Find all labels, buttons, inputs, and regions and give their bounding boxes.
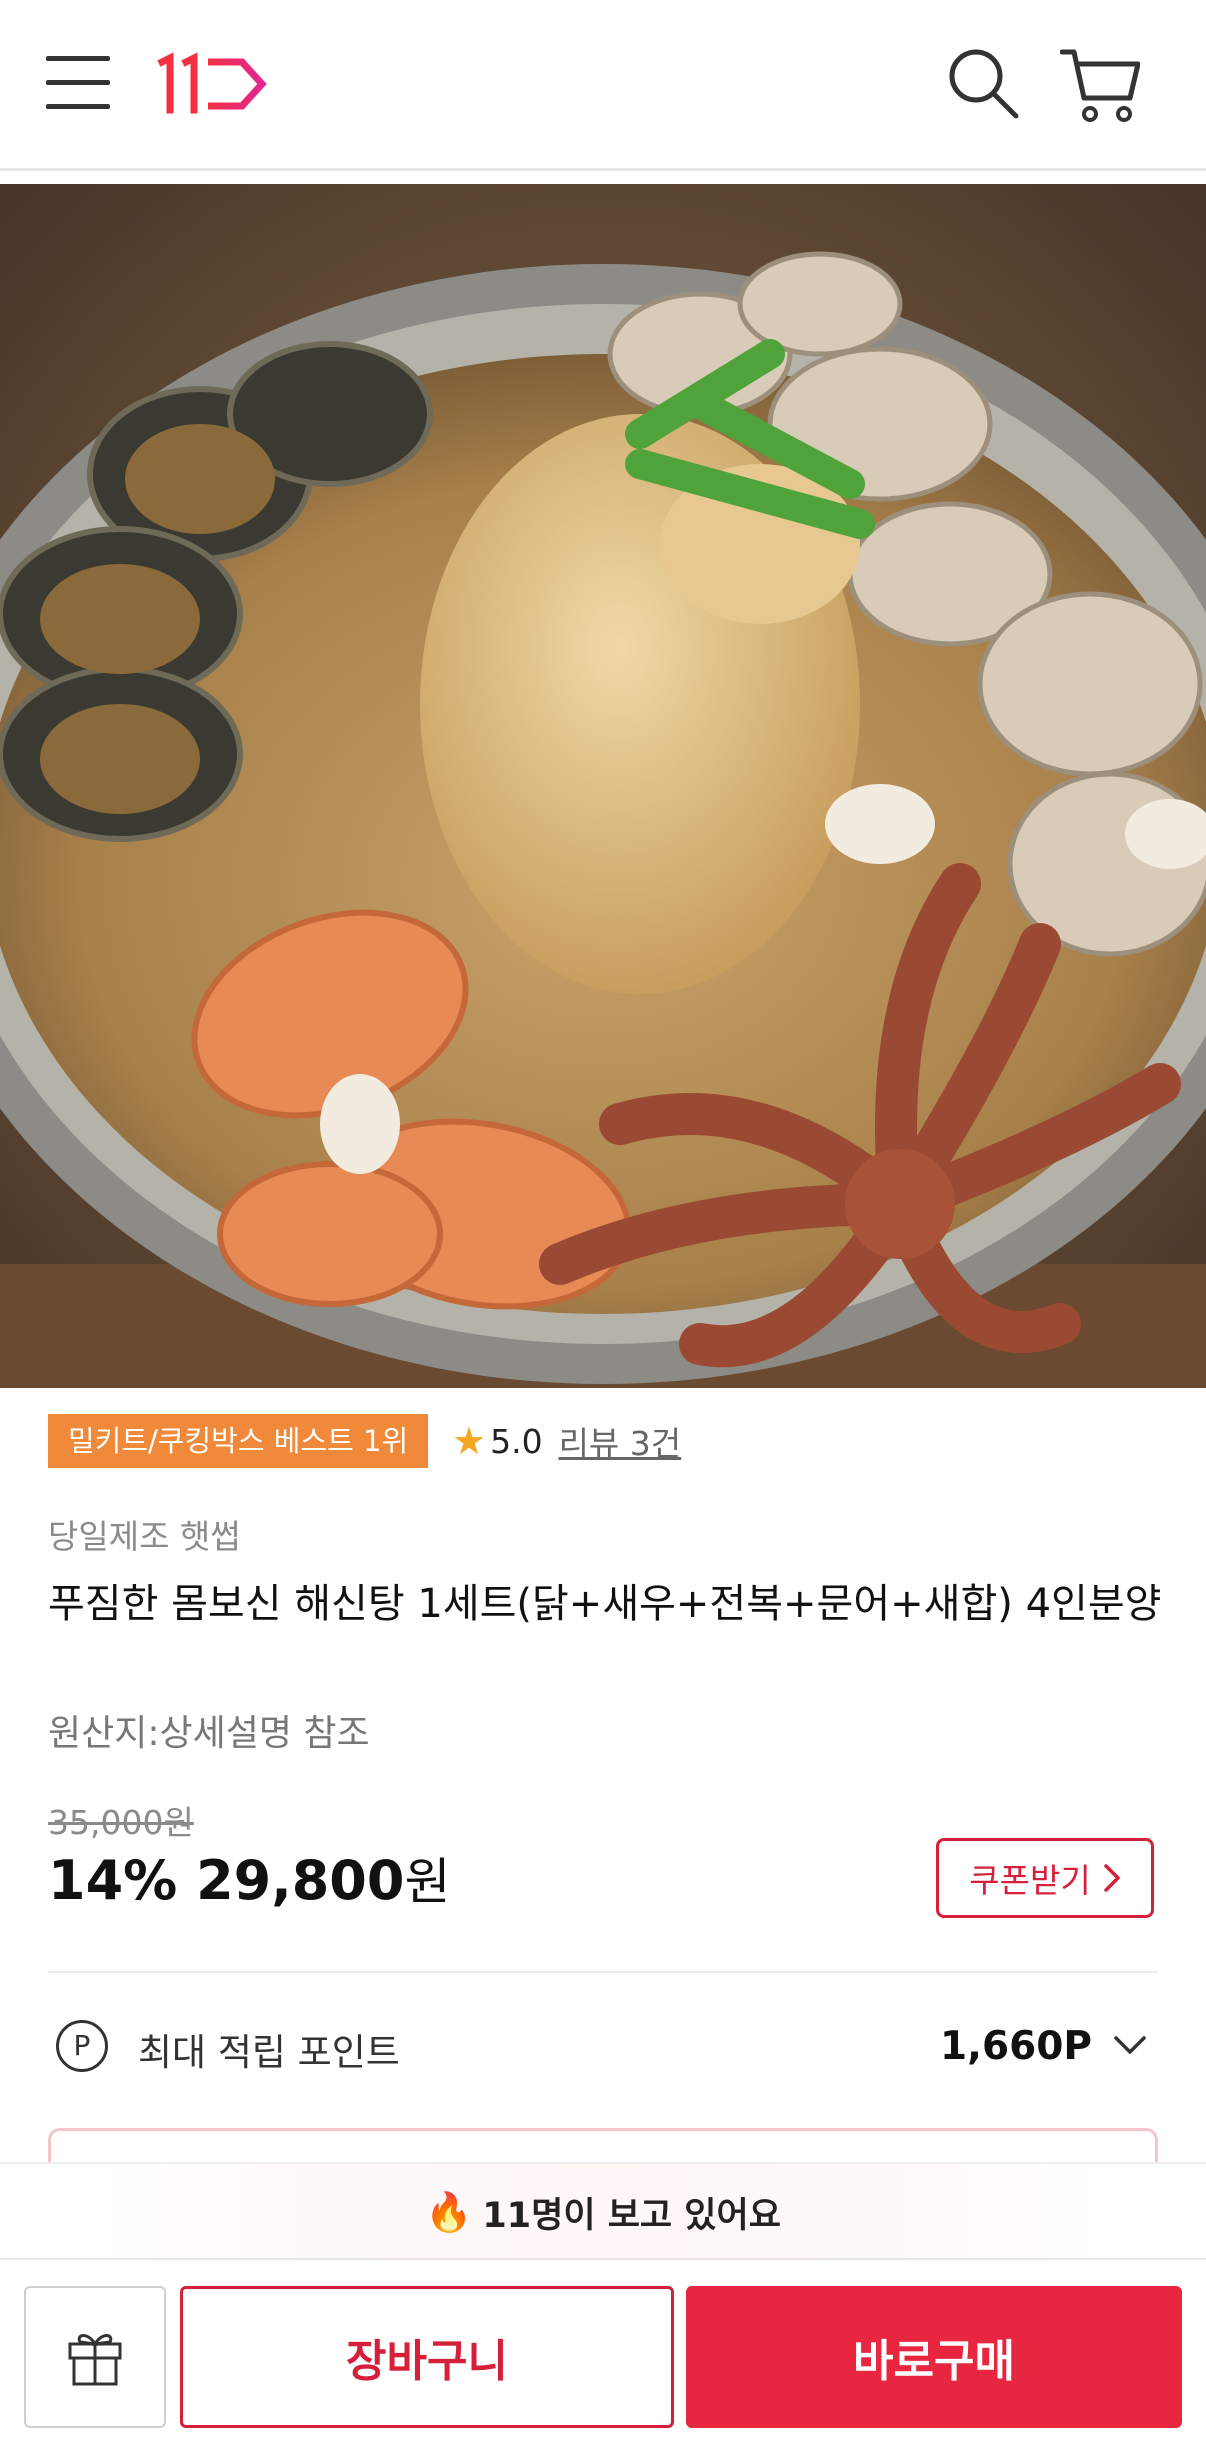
rating-score: 5.0 bbox=[490, 1421, 543, 1461]
bottom-action-bar: 장바구니 바로구매 bbox=[0, 2258, 1206, 2455]
viewers-text: 11명이 보고 있어요 bbox=[482, 2195, 781, 2236]
points-label: 최대 적립 포인트 bbox=[138, 2031, 400, 2074]
points-value: 1,660P bbox=[940, 2024, 1092, 2069]
buy-now-button[interactable]: 바로구매 bbox=[686, 2286, 1182, 2428]
chevron-right-icon bbox=[1103, 1864, 1120, 1892]
discount-rate: 14% bbox=[48, 1849, 178, 1912]
gift-icon bbox=[68, 2334, 122, 2386]
hamburger-menu-icon[interactable] bbox=[44, 52, 114, 114]
gift-button[interactable] bbox=[24, 2286, 166, 2428]
live-viewers-banner: 🔥 11명이 보고 있어요 bbox=[0, 2162, 1206, 2260]
sale-price: 29,800 bbox=[196, 1849, 405, 1912]
max-points-row[interactable]: P 최대 적립 포인트 1,660P bbox=[48, 2012, 1158, 2082]
section-divider bbox=[48, 1971, 1158, 1973]
coupon-button[interactable]: 쿠폰받기 bbox=[936, 1838, 1154, 1918]
cart-icon[interactable] bbox=[1060, 46, 1140, 126]
rating-summary: ★ 5.0 리뷰 3건 bbox=[452, 1414, 681, 1468]
product-title: 푸짐한 몸보신 해신탕 1세트(닭+새우+전복+문어+새합) 4인분양 bbox=[48, 1581, 1162, 1627]
logo-11st[interactable] bbox=[150, 52, 270, 116]
coupon-button-label: 쿠폰받기 bbox=[969, 1861, 1091, 1900]
add-to-cart-button[interactable]: 장바구니 bbox=[180, 2286, 674, 2428]
review-count-link[interactable]: 리뷰 3건 bbox=[559, 1417, 682, 1465]
top-header bbox=[0, 0, 1206, 171]
fire-icon: 🔥 bbox=[425, 2189, 473, 2234]
points-icon: P bbox=[56, 2020, 108, 2072]
star-icon: ★ bbox=[452, 1419, 487, 1463]
product-image[interactable] bbox=[0, 184, 1206, 1388]
best-seller-badge: 밀키트/쿠킹박스 베스트 1위 bbox=[48, 1414, 429, 1468]
brand-name[interactable]: 당일제조 햇썹 bbox=[48, 1510, 241, 1558]
product-origin: 원산지:상세설명 참조 bbox=[48, 1713, 370, 1754]
original-price: 35,000원 bbox=[48, 1803, 194, 1842]
product-photo-illustration bbox=[0, 184, 1206, 1388]
chevron-down-icon[interactable] bbox=[1112, 2024, 1148, 2064]
currency-unit: 원 bbox=[404, 1853, 451, 1911]
search-icon[interactable] bbox=[946, 46, 1020, 120]
sale-price-row: 14% 29,800원 bbox=[48, 1842, 450, 1914]
